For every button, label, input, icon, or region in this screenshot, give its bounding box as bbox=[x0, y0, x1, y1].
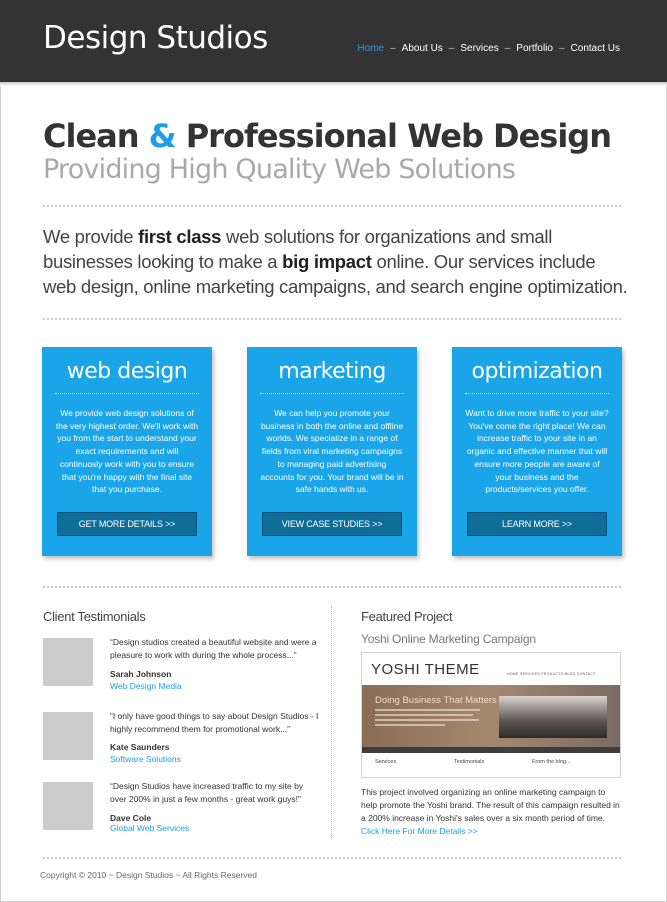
footer-copyright: Copyright © 2010 ~ Design Studios ~ All … bbox=[40, 870, 257, 880]
service-description: Want to drive more traffic to your site?… bbox=[465, 408, 609, 495]
screenshot-col-blog: From the blog... bbox=[532, 759, 571, 765]
view-case-studies-button[interactable]: VIEW CASE STUDIES >> bbox=[262, 512, 402, 536]
testimonial-quote: “Design Studios have increased traffic t… bbox=[110, 781, 304, 804]
client-avatar bbox=[43, 782, 93, 830]
intro-text: We provide bbox=[43, 226, 139, 247]
client-company-link[interactable]: Web Design Media bbox=[110, 681, 182, 691]
service-rule bbox=[260, 393, 404, 394]
testimonial-quote: “I only have good things to say about De… bbox=[110, 711, 319, 734]
intro-paragraph: We provide first class web solutions for… bbox=[43, 224, 628, 299]
service-description: We can help you promote your business in… bbox=[260, 408, 404, 495]
site-header: Design Studios Home – About Us – Service… bbox=[0, 0, 667, 82]
client-company-link[interactable]: Software Solutions bbox=[110, 754, 181, 764]
nav-separator: – bbox=[558, 43, 565, 54]
testimonial-quote: “Design studios created a beautiful webs… bbox=[110, 637, 317, 660]
service-box-marketing: marketing We can help you promote your b… bbox=[247, 347, 417, 556]
screenshot-street-photo bbox=[499, 696, 607, 738]
headline-part1: Clean bbox=[43, 117, 149, 155]
client-avatar bbox=[43, 712, 93, 760]
nav-home[interactable]: Home bbox=[357, 43, 384, 54]
page-subheadline: Providing High Quality Web Solutions bbox=[43, 154, 516, 185]
nav-about-us[interactable]: About Us bbox=[402, 43, 443, 54]
featured-project-text: This project involved organizing an onli… bbox=[361, 787, 620, 823]
project-screenshot[interactable]: YOSHI THEME HOME SERVICES PRODUCTS BLOG … bbox=[361, 652, 621, 778]
client-company-link[interactable]: Global Web Services bbox=[110, 823, 189, 833]
service-description: We provide web design solutions of the v… bbox=[55, 408, 199, 495]
client-avatar bbox=[43, 638, 93, 686]
screenshot-nav: HOME SERVICES PRODUCTS BLOG CONTACT bbox=[507, 672, 596, 676]
service-box-optimization: optimization Want to drive more traffic … bbox=[452, 347, 622, 556]
header-shadow bbox=[0, 82, 667, 86]
nav-portfolio[interactable]: Portfolio bbox=[516, 43, 553, 54]
service-title: optimization bbox=[471, 359, 603, 384]
intro-bold: first class bbox=[138, 226, 222, 247]
page-headline: Clean & Professional Web Design bbox=[43, 117, 612, 155]
featured-project-subtitle: Yoshi Online Marketing Campaign bbox=[361, 632, 536, 646]
featured-project-title: Featured Project bbox=[361, 609, 453, 624]
service-rule bbox=[55, 393, 199, 394]
nav-contact-us[interactable]: Contact Us bbox=[571, 43, 620, 54]
service-box-web-design: web design We provide web design solutio… bbox=[42, 347, 212, 556]
client-name: Kate Saunders bbox=[110, 742, 170, 752]
client-name: Dave Cole bbox=[110, 813, 152, 823]
site-logo[interactable]: Design Studios bbox=[43, 20, 268, 56]
headline-part2: Professional Web Design bbox=[175, 117, 612, 155]
service-rule bbox=[465, 393, 609, 394]
screenshot-col-testimonials: Testimonials bbox=[454, 759, 485, 765]
screenshot-banner: Doing Business That Matters bbox=[362, 685, 620, 747]
nav-separator: – bbox=[390, 43, 396, 54]
divider bbox=[43, 205, 621, 207]
screenshot-banner-title: Doing Business That Matters bbox=[375, 695, 497, 706]
intro-bold: big impact bbox=[282, 251, 372, 272]
divider bbox=[43, 318, 621, 320]
nav-separator: – bbox=[504, 43, 511, 54]
service-title: marketing bbox=[278, 359, 386, 384]
screenshot-col-services: Services bbox=[375, 759, 397, 765]
client-name: Sarah Johnson bbox=[110, 669, 172, 679]
divider bbox=[43, 857, 621, 859]
nav-services[interactable]: Services bbox=[460, 43, 498, 54]
screenshot-banner-text bbox=[375, 709, 485, 729]
testimonials-title: Client Testimonials bbox=[43, 609, 146, 624]
screenshot-divider-bar bbox=[362, 747, 620, 753]
headline-ampersand: & bbox=[148, 117, 177, 155]
main-nav: Home – About Us – Services – Portfolio –… bbox=[357, 43, 620, 54]
screenshot-brand: YOSHI THEME bbox=[371, 661, 480, 678]
column-divider bbox=[331, 606, 332, 838]
learn-more-button[interactable]: LEARN MORE >> bbox=[467, 512, 607, 536]
get-more-details-button[interactable]: GET MORE DETAILS >> bbox=[57, 512, 197, 536]
nav-separator: – bbox=[448, 43, 455, 54]
more-details-link[interactable]: Click Here For More Details >> bbox=[361, 826, 478, 836]
service-title: web design bbox=[66, 359, 188, 384]
divider bbox=[43, 586, 621, 588]
